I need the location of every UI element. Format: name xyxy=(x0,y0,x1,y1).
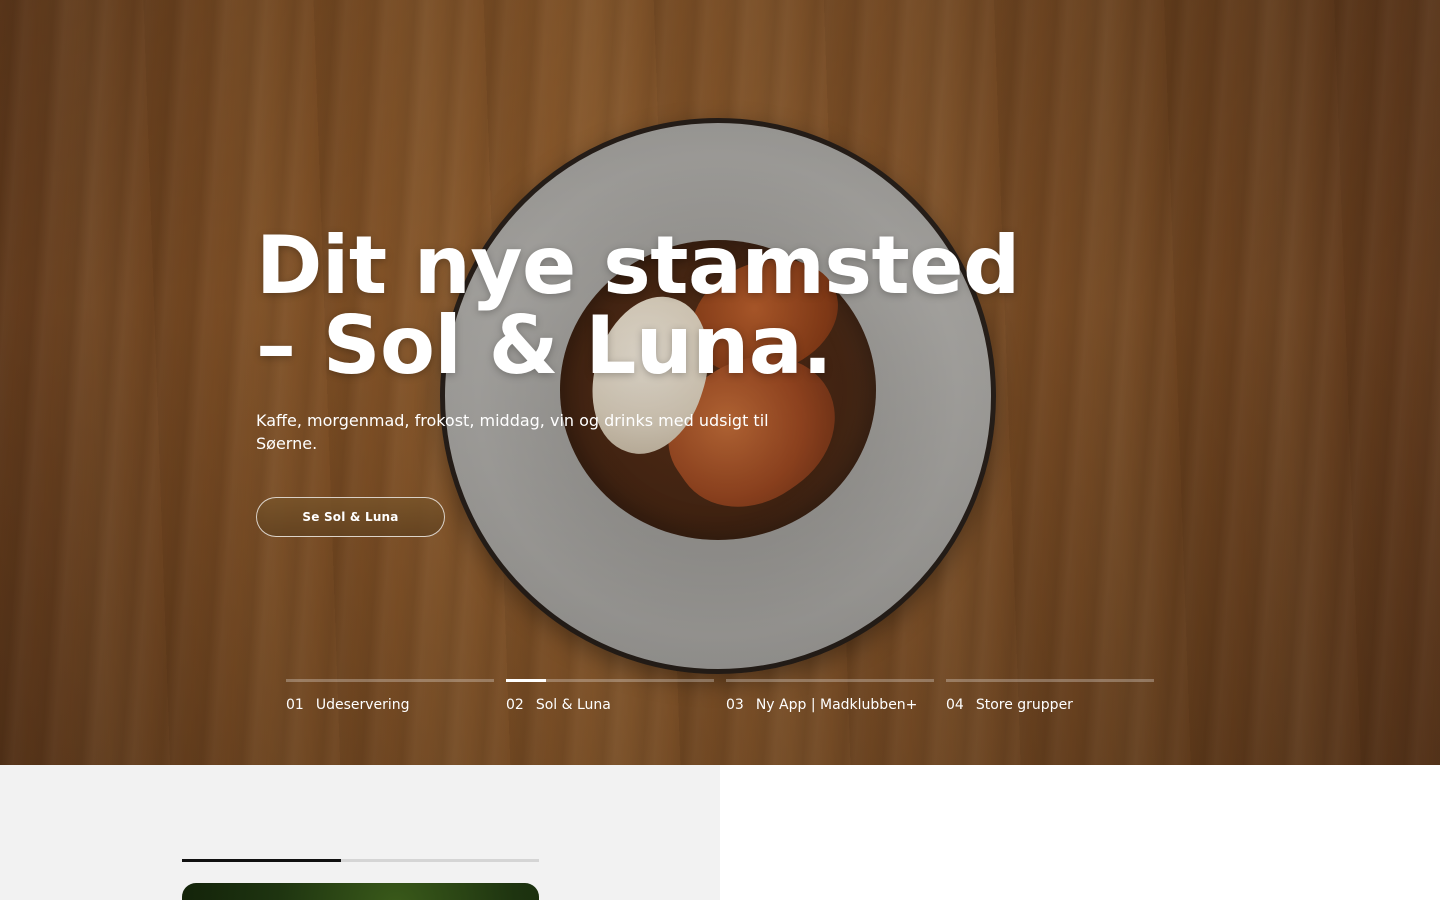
hero-title-line: Dit nye stamsted xyxy=(256,219,1020,312)
carousel-progress-fill xyxy=(182,859,341,862)
slide-label: 03 Ny App | Madklubben+ xyxy=(726,697,934,713)
slide-progress-track xyxy=(506,679,714,682)
slide-title: Ny App | Madklubben+ xyxy=(755,697,918,713)
carousel-progress-bar xyxy=(182,859,539,862)
hero-title-line: – Sol & Luna. xyxy=(256,299,833,392)
slide-progress-fill xyxy=(506,679,546,682)
hero-slider-nav: 01 Udeservering 02 Sol & Luna 03 Ny App … xyxy=(286,679,1154,713)
slide-tab-sol-luna[interactable]: 02 Sol & Luna xyxy=(506,679,714,713)
card-image-preview[interactable] xyxy=(182,883,539,900)
slide-progress-track xyxy=(946,679,1154,682)
slide-tab-ny-app[interactable]: 03 Ny App | Madklubben+ xyxy=(726,679,934,713)
hero-subtitle: Kaffe, morgenmad, frokost, middag, vin o… xyxy=(256,411,769,453)
slide-number: 03 xyxy=(726,697,744,713)
slide-label: 04 Store grupper xyxy=(946,697,1154,713)
slide-tab-udeservering[interactable]: 01 Udeservering xyxy=(286,679,494,713)
slide-progress-track xyxy=(286,679,494,682)
slide-number: 04 xyxy=(946,697,964,713)
slide-number: 01 xyxy=(286,697,304,713)
hero-banner: Dit nye stamsted – Sol & Luna. Kaffe, mo… xyxy=(0,0,1440,765)
slide-number: 02 xyxy=(506,697,524,713)
content-section-left xyxy=(0,765,720,900)
slide-tab-store-grupper[interactable]: 04 Store grupper xyxy=(946,679,1154,713)
slide-title: Store grupper xyxy=(975,697,1073,713)
see-sol-luna-button[interactable]: Se Sol & Luna xyxy=(256,497,445,537)
slide-progress-track xyxy=(726,679,934,682)
slide-title: Sol & Luna xyxy=(535,697,611,713)
slide-title: Udeservering xyxy=(315,697,410,713)
slide-label: 02 Sol & Luna xyxy=(506,697,714,713)
hero-content: Dit nye stamsted – Sol & Luna. Kaffe, mo… xyxy=(256,226,1056,455)
hero-title: Dit nye stamsted – Sol & Luna. xyxy=(256,226,1056,386)
content-section-right xyxy=(720,765,1440,900)
slide-label: 01 Udeservering xyxy=(286,697,494,713)
